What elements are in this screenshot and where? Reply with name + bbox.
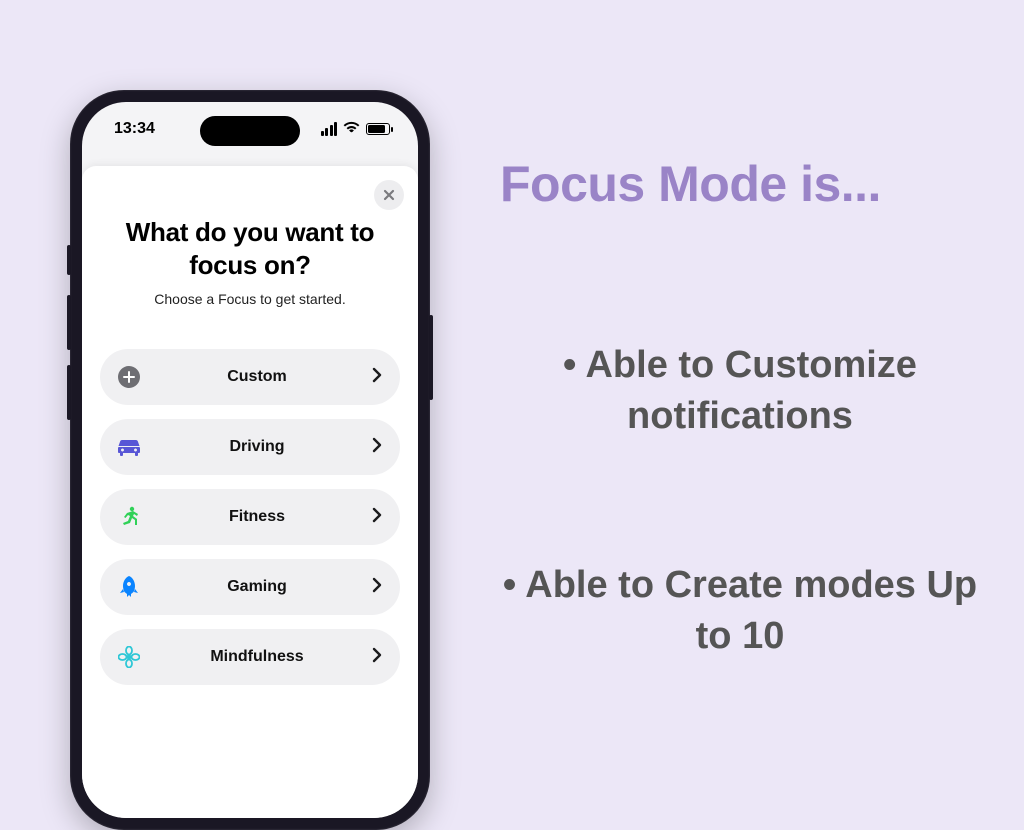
chevron-right-icon (372, 437, 382, 458)
wifi-icon (343, 120, 360, 138)
focus-item-fitness[interactable]: Fitness (100, 489, 400, 545)
power-button (429, 315, 433, 400)
focus-item-custom[interactable]: Custom (100, 349, 400, 405)
dynamic-island (200, 116, 300, 146)
focus-item-gaming[interactable]: Gaming (100, 559, 400, 615)
car-icon (116, 434, 142, 460)
chevron-right-icon (372, 367, 382, 388)
status-right-icons (321, 120, 391, 138)
rocket-icon (116, 574, 142, 600)
focus-setup-sheet: What do you want to focus on? Choose a F… (82, 166, 418, 818)
feature-bullet-1: • Able to Customize notifications (480, 340, 1000, 443)
chevron-right-icon (372, 507, 382, 528)
focus-item-label: Custom (142, 368, 372, 386)
sheet-subtitle: Choose a Focus to get started. (100, 291, 400, 307)
mute-switch (67, 245, 71, 275)
plus-circle-icon (116, 364, 142, 390)
focus-item-label: Driving (142, 438, 372, 456)
chevron-right-icon (372, 577, 382, 598)
focus-item-label: Fitness (142, 508, 372, 526)
chevron-right-icon (372, 647, 382, 668)
focus-list: Custom Driving (100, 349, 400, 685)
running-icon (116, 504, 142, 530)
phone-screen: 13:34 What do you want to focus on? Choo… (82, 102, 418, 818)
sheet-title: What do you want to focus on? (100, 188, 400, 291)
cellular-signal-icon (321, 122, 338, 136)
flower-icon (116, 644, 142, 670)
battery-icon (366, 123, 390, 135)
status-time: 13:34 (114, 120, 155, 138)
feature-bullet-2: • Able to Create modes Up to 10 (480, 560, 1000, 663)
headline-text: Focus Mode is... (500, 155, 881, 213)
focus-item-mindfulness[interactable]: Mindfulness (100, 629, 400, 685)
volume-up-button (67, 295, 71, 350)
volume-down-button (67, 365, 71, 420)
phone-frame: 13:34 What do you want to focus on? Choo… (70, 90, 430, 830)
focus-item-driving[interactable]: Driving (100, 419, 400, 475)
close-button[interactable] (374, 180, 404, 210)
close-icon (383, 189, 395, 201)
focus-item-label: Gaming (142, 578, 372, 596)
focus-item-label: Mindfulness (142, 648, 372, 666)
